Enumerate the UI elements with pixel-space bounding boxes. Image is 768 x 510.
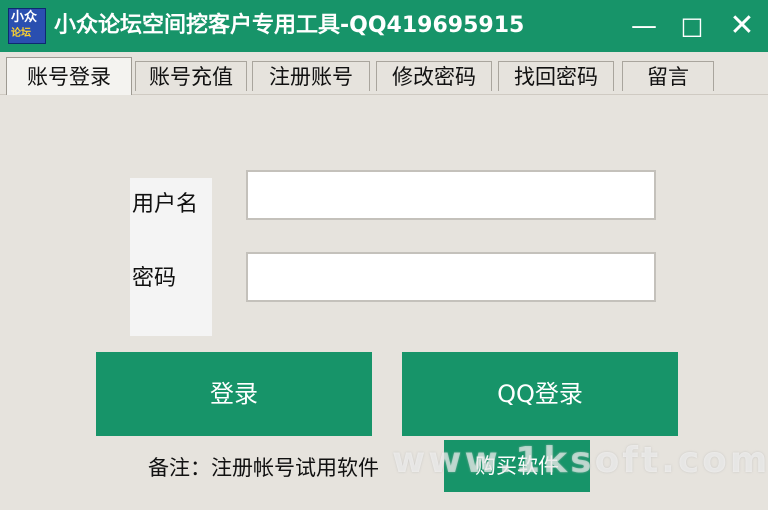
password-label: 密码 — [132, 266, 177, 291]
window-title: 小众论坛空间挖客户专用工具-QQ419695915 — [54, 13, 525, 38]
title-bar: 小众 论坛 小众论坛空间挖客户专用工具-QQ419695915 — □ ✕ — [0, 0, 768, 52]
minimize-button[interactable]: — — [624, 6, 664, 46]
tab-account-login[interactable]: 账号登录 — [6, 57, 132, 95]
app-logo-icon: 小众 论坛 — [8, 8, 46, 44]
tab-strip: 账号登录 账号充值 注册账号 修改密码 找回密码 留言 — [0, 52, 768, 95]
tab-change-password[interactable]: 修改密码 — [376, 61, 492, 91]
close-button[interactable]: ✕ — [722, 6, 762, 46]
app-logo-text-bottom: 论坛 — [11, 28, 31, 39]
tab-message[interactable]: 留言 — [622, 61, 714, 91]
registration-note: 备注：注册帐号试用软件 — [148, 456, 379, 480]
password-input[interactable] — [246, 252, 656, 302]
username-label: 用户名 — [132, 192, 199, 217]
tab-account-recharge[interactable]: 账号充值 — [135, 61, 247, 91]
maximize-button[interactable]: □ — [672, 6, 712, 46]
username-input[interactable] — [246, 170, 656, 220]
buy-software-button[interactable]: 购买软件 — [444, 440, 590, 492]
tab-register-account[interactable]: 注册账号 — [252, 61, 370, 91]
app-logo-text-top: 小众 — [11, 10, 38, 25]
tab-recover-password[interactable]: 找回密码 — [498, 61, 614, 91]
login-button[interactable]: 登录 — [96, 352, 372, 436]
qq-login-button[interactable]: QQ登录 — [402, 352, 678, 436]
